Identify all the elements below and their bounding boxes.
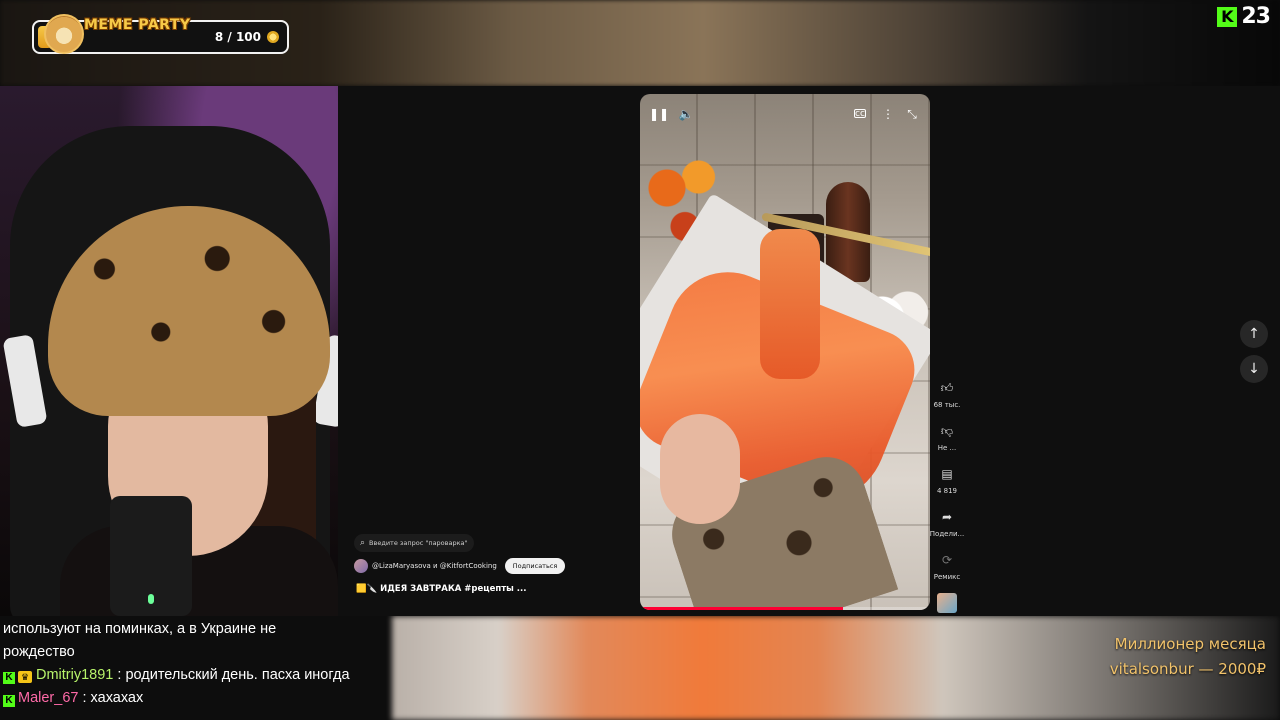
comment-icon[interactable]: ▤ [935,462,959,486]
chat-line: рождество [0,641,392,664]
volume-icon[interactable]: 🔈 [676,104,696,124]
captions-icon[interactable]: cc [854,109,866,119]
remix-label: Ремикс [933,573,961,581]
meme-party-title: MEME PARTY [84,17,191,33]
video-progress[interactable] [640,607,930,610]
doge-icon [44,14,84,54]
collapse-icon[interactable]: ⤡ [902,104,922,124]
millionaire-line: vitalsonbur — 2000₽ [1109,660,1266,678]
chat-message: : родительский день. пасха иногда [113,667,350,683]
dislike-action[interactable]: 👎︎ Не ... [935,419,959,462]
chat-message: используют на поминках, а в Украине не [3,621,277,637]
share-icon[interactable]: ➦ [935,505,959,529]
chat-overlay: используют на поминках, а в Украине не р… [0,618,392,710]
remix-icon[interactable]: ⟳ [935,548,959,572]
shorts-player-page: ❚❚ 🔈 cc ⋮ ⤡ 👍︎ 68 тыс. 👎︎ Не ... ▤ 4 819 [338,86,1280,616]
kick-number: 23 [1241,4,1271,29]
salmon-piece [760,229,820,379]
kick-badge: K 23 [1217,4,1271,29]
search-suggestion-text: Введите запрос "пароварка" [369,539,468,547]
crown-badge-icon: ♛ [18,671,32,683]
remix-action[interactable]: ⟳ Ремикс [934,548,960,591]
chat-username: Maler_67 [18,690,79,706]
share-label: Подели... [929,530,965,538]
suggested-search[interactable]: ⌕ Введите запрос "пароварка" [354,534,474,552]
thumb-up-icon[interactable]: 👍︎ [935,376,959,400]
chat-username: Dmitriy1891 [36,667,114,683]
coin-icon [267,31,279,43]
arrow-up-icon[interactable]: ↑ [1240,320,1268,348]
dislike-label: Не ... [937,444,957,452]
millionaire-title: Миллионер месяца [1114,635,1266,653]
comments-count: 4 819 [936,487,958,495]
like-action[interactable]: 👍︎ 68 тыс. [934,376,961,419]
chat-line: используют на поминках, а в Украине не [0,618,392,641]
subscribe-button[interactable]: Подписаться [504,558,566,574]
video-title[interactable]: 🟨🔪 ИДЕЯ ЗАВТРАКА #рецепты ... [356,584,526,594]
pause-icon[interactable]: ❚❚ [649,104,669,124]
channel-avatar[interactable] [354,559,368,573]
mic-led [148,594,154,604]
chair-stripe-left [2,334,48,428]
kick-logo-icon: K [1217,6,1238,27]
arrow-down-icon[interactable]: ↓ [1240,355,1268,383]
channel-row: @LizaMaryasova и @KitfortCooking Подписа… [354,558,566,574]
meme-party-count: 8 / 100 [214,30,261,44]
like-count: 68 тыс. [933,401,961,409]
webcam-feed [0,86,338,616]
chat-message: : хахахах [78,690,144,706]
kick-badge-icon: K [3,695,15,707]
comments-action[interactable]: ▤ 4 819 [935,462,959,505]
thumb-down-icon[interactable]: 👎︎ [935,419,959,443]
chat-message: рождество [3,644,75,660]
search-icon: ⌕ [360,538,366,548]
stream-frame: MEME PARTY 8 / 100 K 23 ❚❚ 🔈 cc ⋮ ⤡ 👍︎ 6… [0,0,1280,720]
millionaire-widget: Миллионер месяца vitalsonbur — 2000₽ [1110,632,1266,682]
meme-party-widget: MEME PARTY 8 / 100 [32,14,289,54]
sound-avatar[interactable] [937,593,957,613]
more-vertical-icon[interactable]: ⋮ [878,104,898,124]
shorts-action-bar: 👍︎ 68 тыс. 👎︎ Не ... ▤ 4 819 ➦ Подели...… [930,376,964,613]
shorts-video[interactable]: ❚❚ 🔈 cc ⋮ ⤡ [640,94,930,610]
kick-badge-icon: K [3,672,15,684]
video-progress-fill [640,607,843,610]
chat-line: K Maler_67 : хахахах [0,687,392,710]
chat-line: K ♛ Dmitriy1891 : родительский день. пасха… [0,664,392,687]
channel-name[interactable]: @LizaMaryasova и @KitfortCooking [372,562,497,570]
share-action[interactable]: ➦ Подели... [930,505,964,548]
hand [660,414,740,524]
